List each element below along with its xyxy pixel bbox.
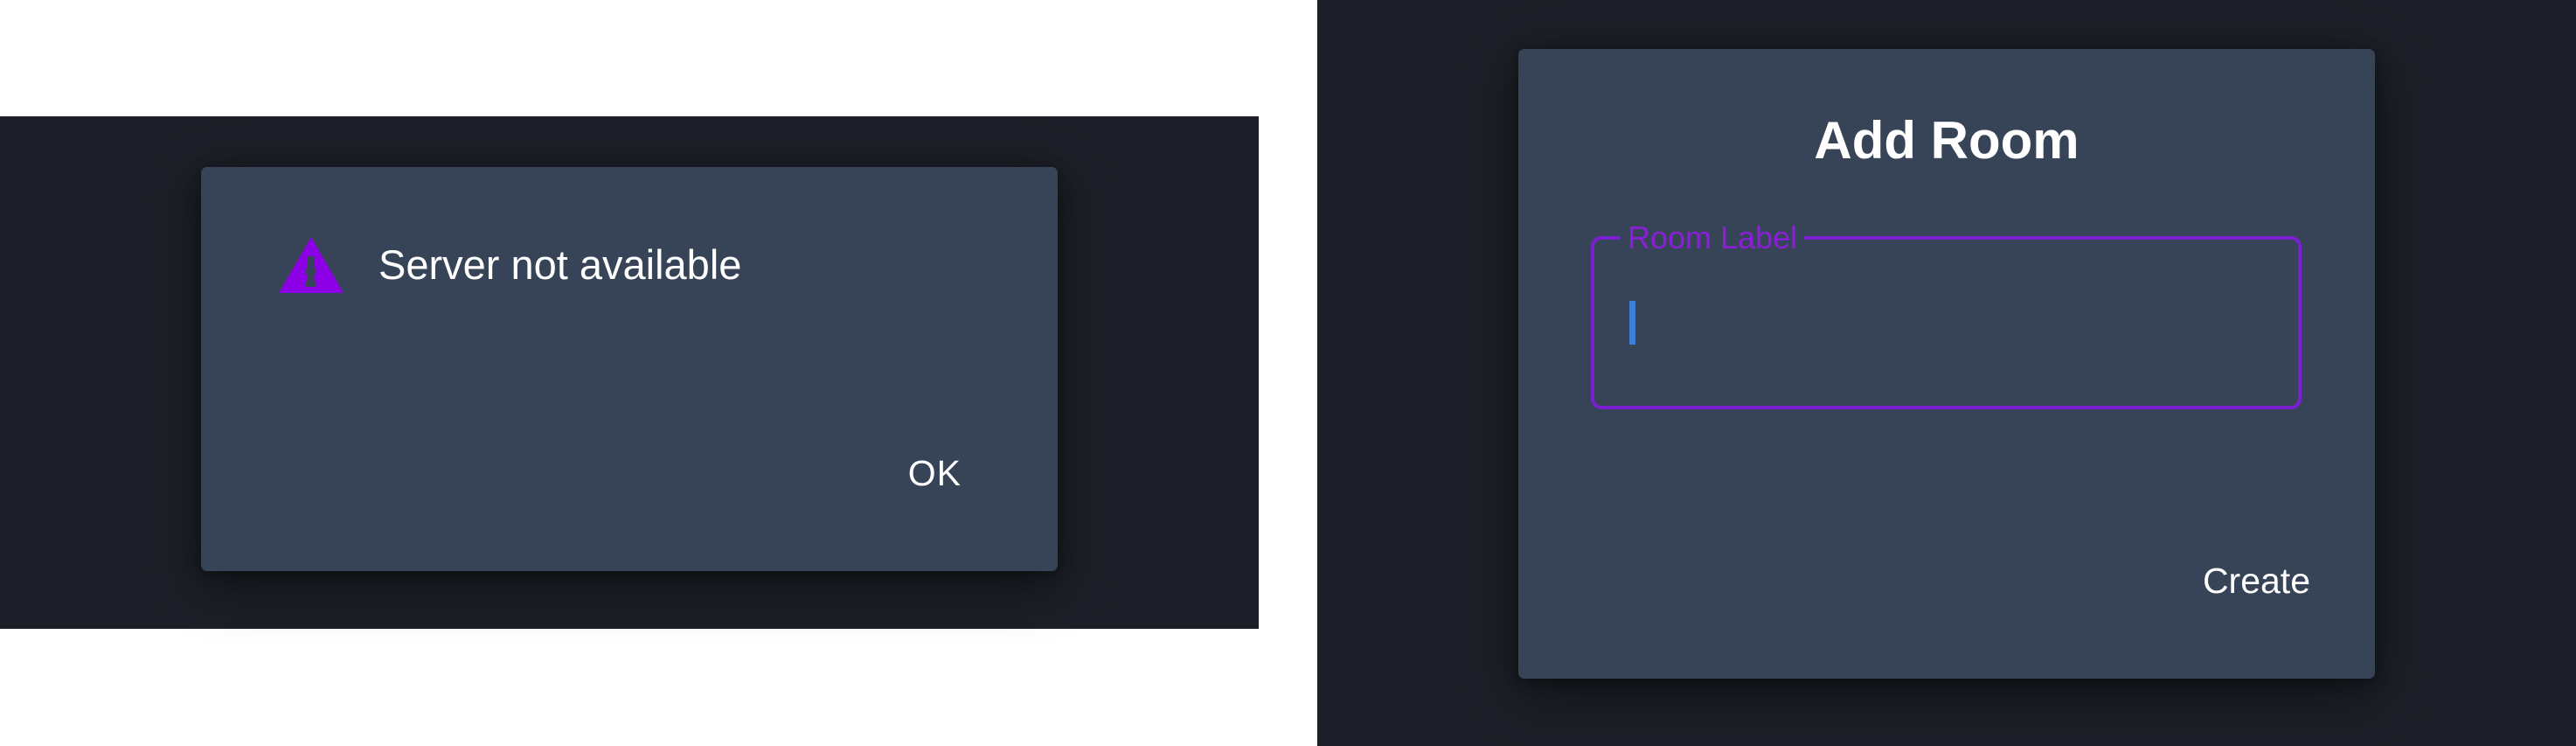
dialog-title: Add Room xyxy=(1814,111,2080,170)
backdrop-left: Server not available OK xyxy=(0,116,1259,629)
text-caret xyxy=(1629,301,1635,345)
ok-button[interactable]: OK xyxy=(898,445,972,501)
room-label-field[interactable]: Room Label xyxy=(1591,219,2302,409)
create-button[interactable]: Create xyxy=(2192,553,2321,609)
server-error-dialog: Server not available OK xyxy=(201,167,1058,571)
backdrop-right: Add Room Room Label Create xyxy=(1317,0,2576,746)
room-label-input[interactable] xyxy=(1626,292,2273,353)
add-room-dialog: Add Room Room Label Create xyxy=(1518,49,2375,679)
warning-triangle-icon xyxy=(277,235,345,295)
room-label-field-label: Room Label xyxy=(1621,219,1805,257)
error-message: Server not available xyxy=(378,241,742,288)
